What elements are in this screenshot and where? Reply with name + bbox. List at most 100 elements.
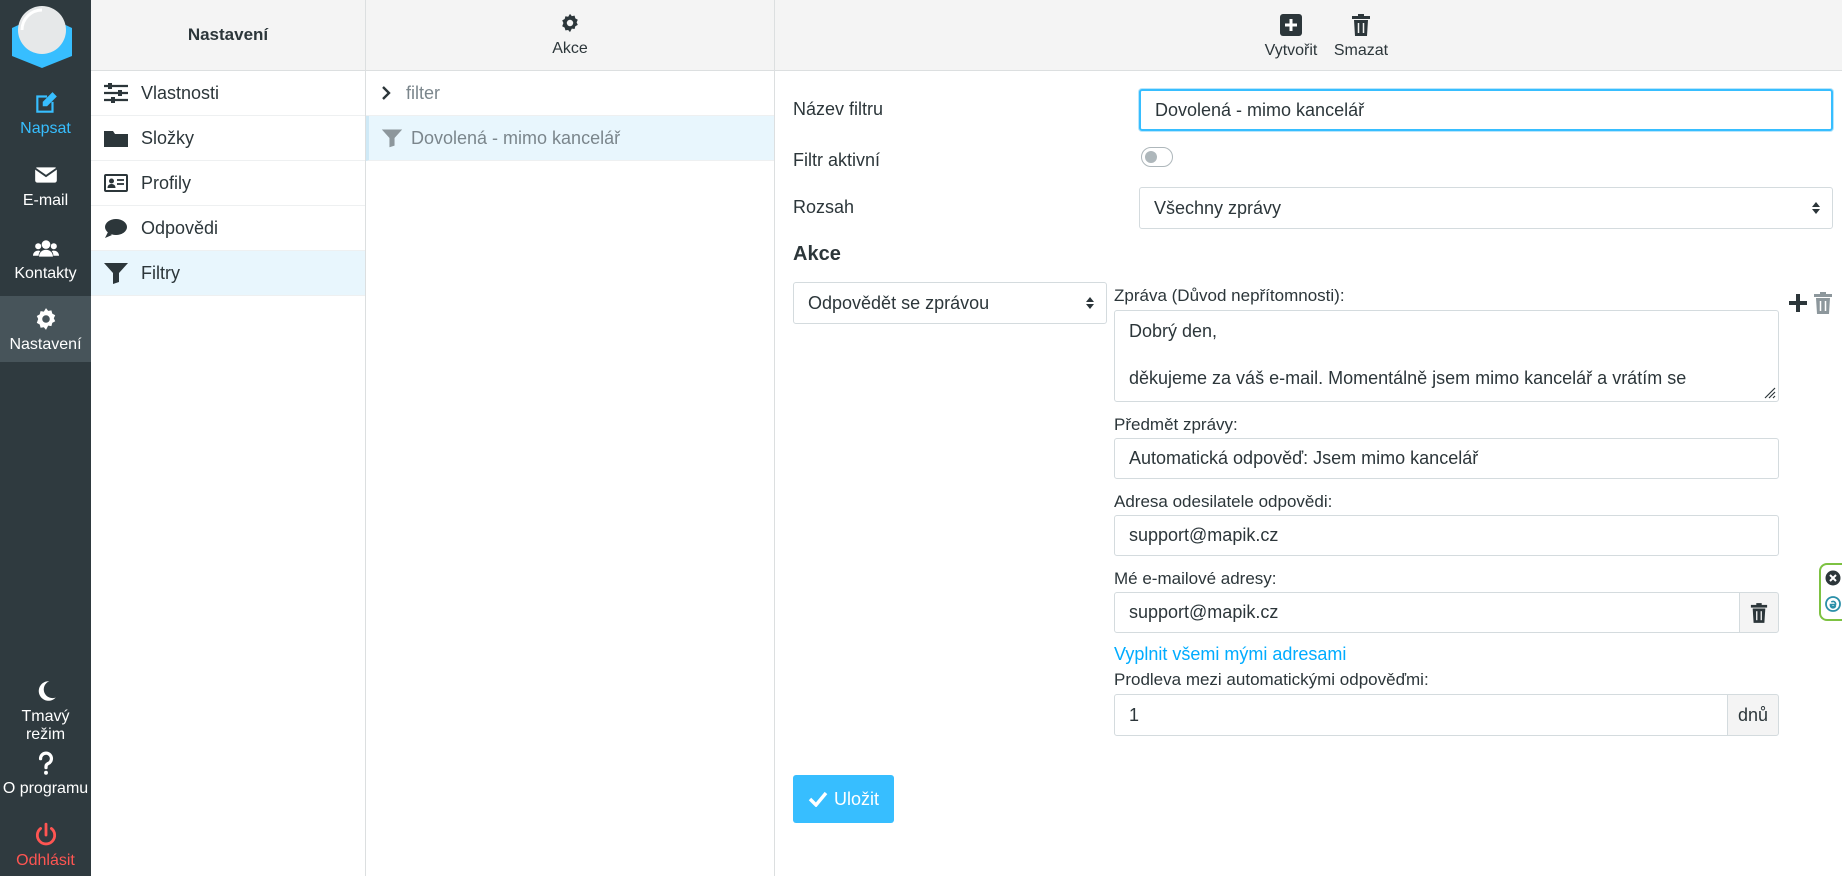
my-addresses-input[interactable]: support@mapik.cz [1114,592,1740,633]
rail-contacts[interactable]: Kontakty [0,225,91,295]
my-addresses-label: Mé e-mailové adresy: [1114,569,1277,588]
rail-about[interactable]: O programu [0,740,91,810]
remove-action-icon[interactable] [1813,292,1833,314]
rail-label: E-mail [22,192,69,209]
scope-value: Všechny zprávy [1154,197,1282,218]
menu-item-label: Složky [141,127,195,148]
trash-icon [1352,14,1370,36]
resize-handle-icon[interactable] [1762,385,1776,399]
actions-heading: Akce [793,243,841,265]
select-arrows-icon [1086,297,1094,309]
filter-list-panel: Akce filter Dovolená - mimo kancelář [366,0,775,876]
subject-value: Automatická odpověď: Jsem mimo kancelář [1129,448,1479,468]
rail-label: Nastavení [9,336,82,353]
contacts-icon [32,240,59,257]
delete-button[interactable]: Smazat [1319,10,1403,64]
filter-active-label: Filtr aktivní [793,150,881,170]
question-icon [38,751,53,775]
menu-item-label: Filtry [141,262,180,283]
close-circle-icon[interactable] [1825,570,1841,586]
menu-title: Nastavení [91,0,365,71]
scope-select[interactable]: Všechny zprávy [1139,187,1833,229]
sliders-icon [104,83,128,103]
main-toolbar: Vytvořit Smazat [775,0,1842,71]
power-icon [35,822,56,846]
rail-label: Napsat [20,120,71,137]
menu-item-label: Profily [141,172,192,193]
menu-item-label: Vlastnosti [141,82,220,103]
my-addresses-value: support@mapik.cz [1129,602,1279,622]
filter-name-label: Název filtru [793,99,884,119]
message-label: Zpráva (Důvod nepřítomnosti): [1114,286,1345,305]
folder-icon [104,131,128,147]
delay-input[interactable]: 1 [1114,694,1728,736]
list-toolbar: Akce [366,0,774,71]
rail-email[interactable]: E-mail [0,152,91,222]
action-type-value: Odpovědět se zprávou [808,292,990,313]
delay-label: Prodleva mezi automatickými odpověďmi: [1114,670,1429,689]
comment-icon [105,219,127,238]
app-logo [12,6,72,68]
message-line-2: děkujeme za váš e-mail. Momentálně jsem … [1129,368,1687,388]
chevron-right-icon [382,86,391,100]
save-button[interactable]: Uložit [793,775,894,823]
plus-square-icon [1280,14,1302,36]
compose-icon [35,92,57,113]
subject-input[interactable]: Automatická odpověď: Jsem mimo kancelář [1114,438,1779,479]
side-widget[interactable] [1819,563,1842,621]
create-label: Vytvořit [1264,42,1318,59]
settings-menu: Nastavení Vlastnosti Složky Profily Odpo… [91,0,366,876]
filter-active-toggle[interactable] [1141,147,1173,167]
delete-label: Smazat [1333,42,1389,59]
menu-item-profiles[interactable]: Profily [91,161,365,206]
filter-group-label: filter [406,82,441,103]
sender-input[interactable]: support@mapik.cz [1114,515,1779,556]
envelope-icon [34,167,57,183]
trash-icon [1750,602,1768,623]
gear-icon [562,13,578,33]
filter-icon [104,263,128,284]
rail-compose[interactable]: Napsat [0,80,91,150]
select-arrows-icon [1812,202,1820,214]
delay-value: 1 [1129,704,1140,725]
filter-edit-panel: Vytvořit Smazat Název filtru Dovolená - … [775,0,1842,876]
menu-item-responses[interactable]: Odpovědi [91,206,365,251]
filter-name-value: Dovolená - mimo kancelář [1155,99,1365,120]
id-card-icon [104,174,128,192]
message-line-1: Dobrý den, [1129,321,1218,341]
add-action-icon[interactable] [1788,293,1808,313]
rail-label: Tmavý režim [21,708,70,743]
filter-name-input[interactable]: Dovolená - mimo kancelář [1139,89,1833,131]
scope-label: Rozsah [793,197,855,217]
rail-dark-mode[interactable]: Tmavý režim [0,668,91,743]
fill-all-addresses-link[interactable]: Vyplnit všemi mými adresami [1114,644,1346,665]
subject-label: Předmět zprávy: [1114,415,1238,434]
delay-unit-addon: dnů [1727,694,1779,736]
create-button[interactable]: Vytvořit [1253,10,1329,64]
menu-item-folders[interactable]: Složky [91,116,365,161]
rail-label: Odhlásit [16,852,75,869]
save-label: Uložit [833,788,879,809]
rail-settings[interactable]: Nastavení [0,296,91,362]
message-textarea[interactable]: Dobrý den, děkujeme za váš e-mail. Momen… [1114,310,1779,402]
menu-item-filters[interactable]: Filtry [91,251,365,296]
extension-icon[interactable] [1825,596,1841,612]
rail-label: O programu [2,780,89,797]
filter-group-row[interactable]: filter [366,71,774,116]
gear-icon [36,308,55,330]
action-type-select[interactable]: Odpovědět se zprávou [793,282,1107,324]
filter-list-item[interactable]: Dovolená - mimo kancelář [366,116,774,161]
menu-item-properties[interactable]: Vlastnosti [91,71,365,116]
sender-value: support@mapik.cz [1129,525,1279,545]
moon-icon [38,681,56,701]
filter-item-label: Dovolená - mimo kancelář [411,127,621,148]
actions-label: Akce [552,40,588,57]
filter-icon [381,129,403,148]
rail-logout[interactable]: Odhlásit [0,812,91,882]
remove-address-button[interactable] [1739,592,1779,633]
rail-label: Kontakty [14,265,77,282]
delay-unit: dnů [1737,704,1769,725]
check-icon [808,791,828,807]
actions-button[interactable]: Akce [552,12,588,58]
app-rail: Napsat E-mail Kontakty Nastavení Tmavý r… [0,0,91,876]
